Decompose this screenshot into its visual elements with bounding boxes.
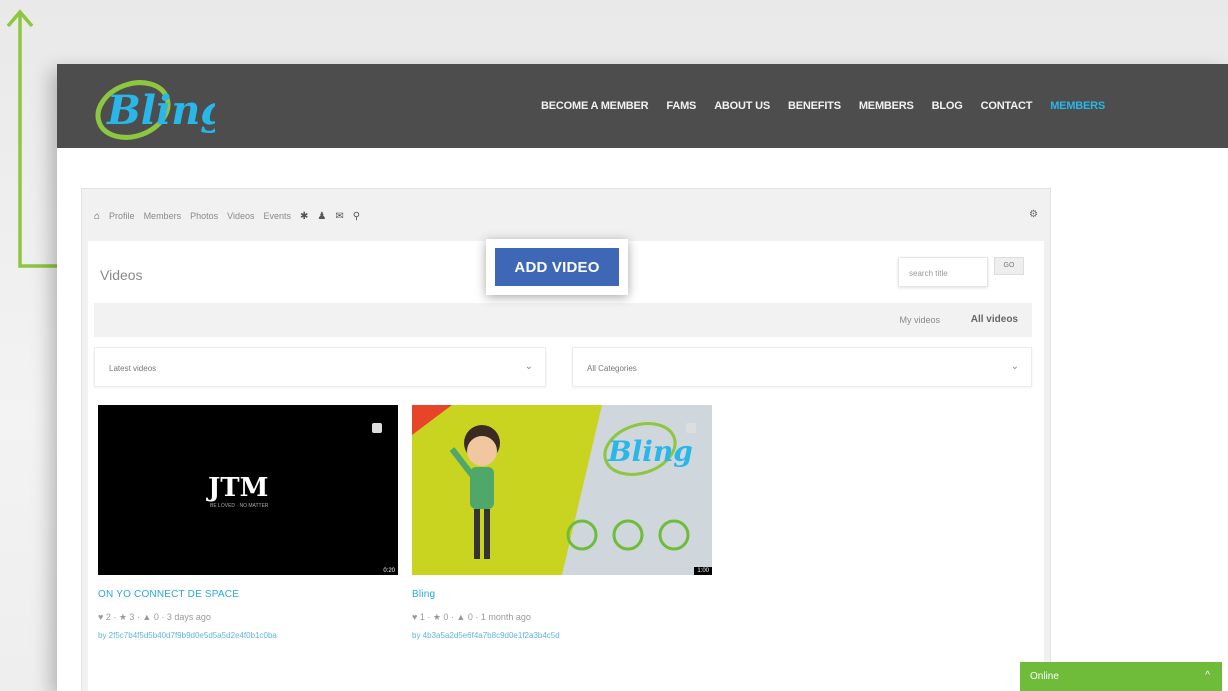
- video-filter-bar: My videos All videos: [94, 303, 1032, 337]
- home-icon[interactable]: ⌂: [94, 211, 100, 222]
- sort-select-value: Latest videos: [109, 364, 157, 373]
- settings-icon[interactable]: ✱: [300, 211, 308, 222]
- site-header: Bling BECOME A MEMBER FAMS ABOUT US BENE…: [57, 64, 1228, 148]
- category-select-value: All Categories: [587, 364, 637, 373]
- subnav-profile[interactable]: Profile: [109, 211, 135, 221]
- page-title: Videos: [100, 267, 143, 283]
- video-thumbnail[interactable]: Bling 1:00: [412, 405, 712, 575]
- sort-select[interactable]: Latest videos ⌄: [94, 347, 546, 387]
- nav-become-member[interactable]: BECOME A MEMBER: [541, 100, 649, 112]
- subnav-members[interactable]: Members: [144, 211, 182, 221]
- profile-subnav: ⌂ Profile Members Photos Videos Events ✱…: [94, 207, 360, 225]
- subnav-videos[interactable]: Videos: [227, 211, 254, 221]
- svg-text:Bling: Bling: [106, 87, 215, 134]
- chevron-down-icon: ⌄: [1010, 361, 1019, 372]
- video-options-icon[interactable]: [686, 423, 696, 433]
- video-card[interactable]: Bling 1:00 Bling ♥ 1 · ★ 0 · ▲ 0 · 1 mon…: [412, 405, 712, 640]
- subnav-events[interactable]: Events: [263, 211, 291, 221]
- add-video-highlight: ADD VIDEO: [486, 239, 628, 295]
- nav-fams[interactable]: FAMS: [666, 100, 696, 112]
- video-author-link[interactable]: by 2f5c7b4f5d5b40d7f9b9d0e5d5a5d2e4f0b1c…: [98, 631, 398, 640]
- nav-benefits[interactable]: BENEFITS: [788, 100, 841, 112]
- thumbnail-logo-text: Bling: [607, 435, 693, 468]
- video-stats: ♥ 1 · ★ 0 · ▲ 0 · 1 month ago: [412, 612, 531, 622]
- chevron-up-icon[interactable]: ^: [1205, 670, 1210, 681]
- chat-bar[interactable]: Online ^: [1020, 662, 1222, 691]
- video-title-link[interactable]: ON YO CONNECT DE SPACE: [98, 589, 398, 600]
- nav-members[interactable]: MEMBERS: [859, 100, 914, 112]
- video-options-icon[interactable]: [372, 423, 382, 433]
- main-nav: BECOME A MEMBER FAMS ABOUT US BENEFITS M…: [541, 95, 1105, 117]
- chat-status-label: Online: [1030, 671, 1059, 682]
- video-card[interactable]: JTM BE LOVED · NO MATTER 0:20 ON YO CONN…: [98, 405, 398, 640]
- video-duration: 1:00: [694, 567, 712, 575]
- bling-thumbnail-art: Bling: [412, 405, 693, 575]
- tab-my-videos[interactable]: My videos: [899, 315, 940, 325]
- thumbnail-subtext: BE LOVED · NO MATTER: [210, 503, 269, 509]
- chevron-down-icon: ⌄: [524, 361, 533, 372]
- website-frame: Bling BECOME A MEMBER FAMS ABOUT US BENE…: [57, 64, 1228, 691]
- bling-logo[interactable]: Bling: [85, 68, 215, 144]
- video-stats: ♥ 2 · ★ 3 · ▲ 0 · 3 days ago: [98, 612, 211, 622]
- user-icon[interactable]: ♟: [317, 211, 326, 222]
- category-select[interactable]: All Categories ⌄: [572, 347, 1032, 387]
- video-title-link[interactable]: Bling: [412, 589, 712, 600]
- search-input[interactable]: search title: [898, 257, 988, 287]
- video-author-link[interactable]: by 4b3a5a2d5e6f4a7b8c9d0e1f2a3b4c5d: [412, 631, 712, 640]
- video-duration: 0:20: [380, 567, 398, 575]
- nav-blog[interactable]: BLOG: [932, 100, 963, 112]
- mail-icon[interactable]: ✉: [335, 211, 343, 222]
- search-button[interactable]: GO: [994, 257, 1024, 275]
- search-icon[interactable]: ⚲: [353, 211, 360, 222]
- add-video-button[interactable]: ADD VIDEO: [495, 248, 619, 286]
- video-thumbnail[interactable]: JTM BE LOVED · NO MATTER 0:20: [98, 405, 398, 575]
- subnav-photos[interactable]: Photos: [190, 211, 218, 221]
- nav-about-us[interactable]: ABOUT US: [714, 100, 770, 112]
- tab-all-videos[interactable]: All videos: [971, 314, 1018, 325]
- thumbnail-text: JTM: [208, 473, 269, 503]
- nav-members-area[interactable]: MEMBERS: [1050, 100, 1105, 112]
- nav-contact[interactable]: CONTACT: [981, 100, 1033, 112]
- gear-icon[interactable]: ⚙: [1029, 209, 1038, 220]
- videos-section: Videos search title GO My videos All vid…: [88, 241, 1044, 691]
